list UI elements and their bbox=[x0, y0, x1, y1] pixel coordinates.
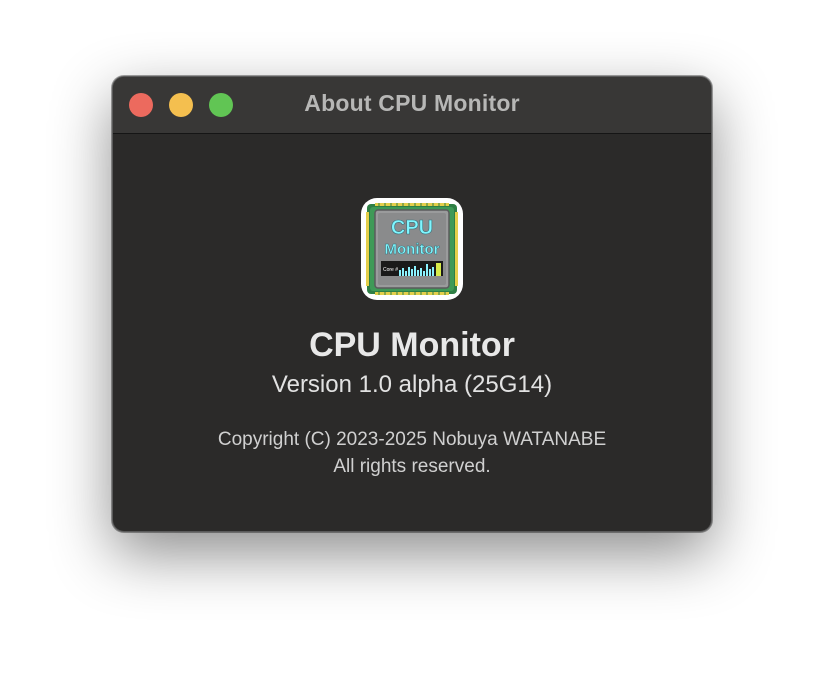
app-icon-line2: Monitor bbox=[385, 241, 440, 258]
copyright-label: Copyright (C) 2023-2025 Nobuya WATANABE bbox=[217, 429, 607, 450]
version-label: Version 1.0 alpha (25G14) bbox=[271, 371, 553, 398]
app-icon-graphic: CPU Monitor Core # bbox=[366, 203, 458, 295]
cpu-chip-icon: CPU Monitor Core # bbox=[361, 198, 463, 300]
window-title: About CPU Monitor bbox=[304, 90, 520, 116]
about-window: About CPU Monitor CPU Monitor Core # CPU… bbox=[112, 76, 712, 532]
rights-label: All rights reserved. bbox=[333, 456, 491, 477]
app-icon-line1: CPU bbox=[391, 217, 433, 239]
title-bar[interactable]: About CPU Monitor bbox=[113, 77, 711, 134]
app-icon-graph-label: Core # bbox=[383, 267, 398, 273]
app-name: CPU Monitor bbox=[309, 326, 515, 364]
